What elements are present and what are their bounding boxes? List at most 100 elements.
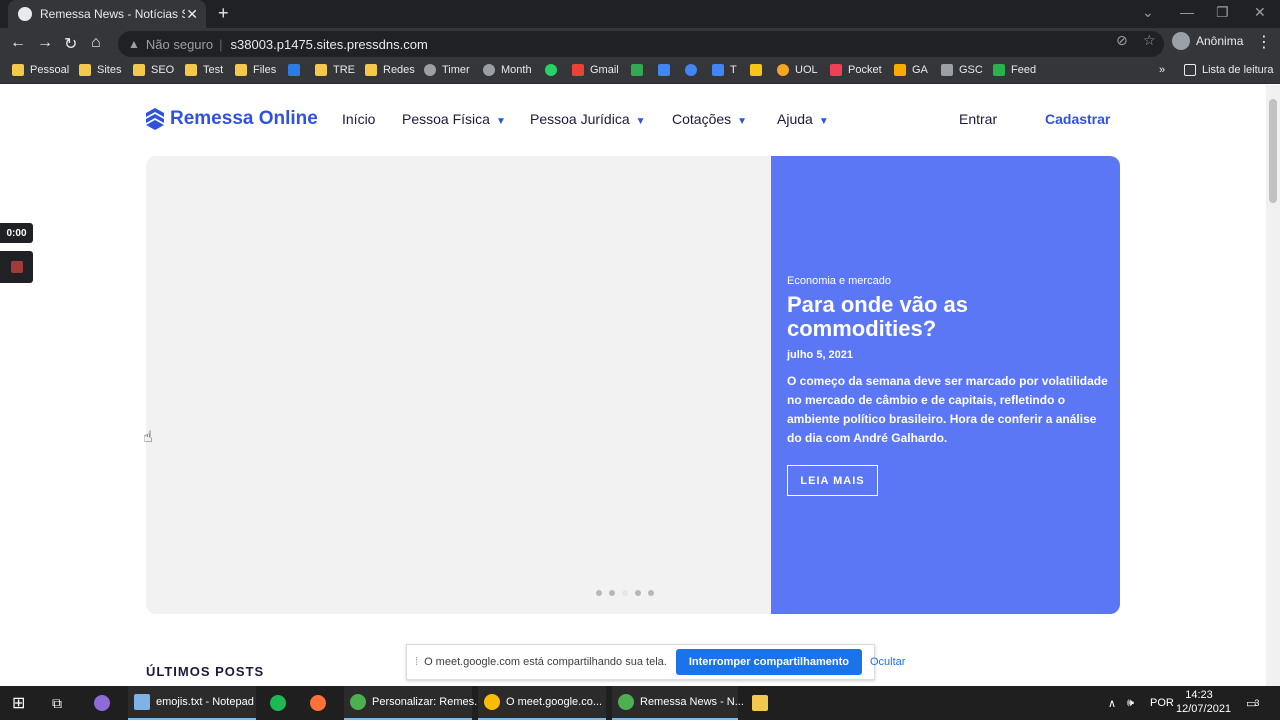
bookmark-seo[interactable]: SEO (133, 64, 174, 76)
bookmark-contacts[interactable] (685, 64, 703, 76)
bookmark-ga[interactable]: GA (894, 64, 928, 76)
nav-pessoa-fisica[interactable]: Pessoa Física ▼ (402, 111, 506, 127)
close-window-icon[interactable]: ✕ (1254, 4, 1266, 21)
star-icon[interactable]: ☆ (1143, 32, 1156, 49)
reading-list-icon (1184, 64, 1196, 76)
incognito-profile[interactable]: Anônima (1172, 32, 1243, 50)
bookmarks-overflow[interactable]: » (1159, 64, 1165, 76)
nav-ajuda[interactable]: Ajuda ▼ (777, 111, 829, 127)
clock-time: 14:23 (1185, 689, 1213, 701)
close-tab-icon[interactable]: ✕ (186, 6, 198, 23)
input-language[interactable]: POR (1150, 686, 1174, 720)
volume-icon[interactable]: 🕪 (1127, 686, 1134, 720)
bookmark-timer[interactable]: Timer (424, 64, 470, 76)
notifications-button[interactable]: ▭ 3 (1246, 686, 1259, 720)
taskbar-chrome-remessa[interactable]: Remessa News - N... (612, 686, 744, 720)
menu-icon[interactable]: ⋮ (1256, 32, 1272, 52)
chevron-down-icon: ▼ (818, 116, 829, 127)
task-view-button[interactable]: ⧉ (46, 686, 80, 720)
bookmark-whatsapp[interactable] (545, 64, 563, 76)
firefox-icon (310, 695, 326, 711)
bookmark-feed[interactable]: Feed (993, 64, 1036, 76)
folder-icon (752, 695, 768, 711)
post-category[interactable]: Economia e mercado (787, 275, 891, 287)
bookmark-drive[interactable] (631, 64, 649, 76)
slider-dot[interactable] (635, 590, 641, 596)
scrollbar-thumb[interactable] (1269, 99, 1277, 203)
bookmark-files[interactable]: Files (235, 64, 276, 76)
nav-inicio[interactable]: Início (342, 111, 375, 127)
new-tab-button[interactable]: + (218, 3, 229, 24)
stop-sharing-button[interactable]: Interromper compartilhamento (675, 649, 862, 675)
forward-icon[interactable]: → (37, 34, 53, 52)
reload-icon[interactable]: ↻ (64, 34, 77, 54)
signup-link[interactable]: Cadastrar (1045, 111, 1110, 127)
bookmark-calendar[interactable] (658, 64, 676, 76)
bookmark-euro[interactable] (750, 64, 768, 76)
slider-dot[interactable] (609, 590, 615, 596)
login-link[interactable]: Entrar (959, 111, 997, 127)
folder-icon (185, 64, 197, 76)
clock-date: 12/07/2021 (1176, 703, 1232, 715)
system-clock[interactable]: 14:23 12/07/2021 (1176, 688, 1232, 716)
tab-search-icon[interactable]: ⌄ (1142, 4, 1154, 21)
latest-posts-heading: ÚLTIMOS POSTS (146, 664, 265, 679)
bookmark-gmail[interactable]: Gmail (572, 64, 619, 76)
bookmark-sites[interactable]: Sites (79, 64, 121, 76)
stop-recording-button[interactable] (0, 251, 33, 283)
chevron-down-icon: ▼ (635, 116, 646, 127)
back-icon[interactable]: ← (10, 34, 26, 52)
drag-handle-icon[interactable]: ⁞ (415, 656, 418, 668)
nav-pessoa-juridica[interactable]: Pessoa Jurídica ▼ (530, 111, 646, 127)
bookmark-pocket[interactable]: Pocket (830, 64, 882, 76)
bookmark-trello[interactable] (288, 64, 306, 76)
translate-icon (712, 64, 724, 76)
bookmark-redes[interactable]: Redes (365, 64, 415, 76)
chevron-down-icon: ▼ (737, 116, 748, 127)
tray-chevron-icon[interactable]: ∧ (1108, 686, 1116, 720)
windows-taskbar: ⊞ ⧉ emojis.txt - Notepad Personalizar: R… (0, 686, 1280, 720)
page-scrollbar[interactable] (1266, 85, 1280, 686)
address-bar[interactable]: ▲ Não seguro | s38003.p1475.sites.pressd… (118, 31, 1164, 57)
site-logo[interactable]: Remessa Online (146, 108, 318, 130)
taskbar-notepad[interactable]: emojis.txt - Notepad (128, 686, 256, 720)
reading-list[interactable]: Lista de leitura (1184, 64, 1274, 76)
post-date: julho 5, 2021 (787, 349, 854, 361)
hero-image[interactable] (146, 156, 771, 614)
taskbar-chrome-meet[interactable]: O meet.google.co... (478, 686, 606, 720)
bookmark-month[interactable]: Month (483, 64, 532, 76)
slider-dot[interactable] (648, 590, 654, 596)
chrome-icon (484, 694, 500, 710)
taskbar-app-paint[interactable] (88, 686, 122, 720)
hide-button[interactable]: Ocultar (870, 656, 905, 668)
post-headline[interactable]: Para onde vão as commodities? (787, 293, 1107, 341)
start-button[interactable]: ⊞ (6, 686, 42, 720)
slider-dot[interactable] (596, 590, 602, 596)
browser-toolbar: ← → ↻ ⌂ ▲ Não seguro | s38003.p1475.site… (0, 28, 1280, 60)
security-label[interactable]: Não seguro (146, 37, 213, 52)
url-text[interactable]: s38003.p1475.sites.pressdns.com (231, 37, 428, 52)
taskbar-spotify[interactable] (264, 686, 298, 720)
recording-timer: 0:00 (0, 223, 33, 243)
screen-share-bar: ⁞ O meet.google.com está compartilhando … (406, 644, 905, 680)
bookmark-tre[interactable]: TRE (315, 64, 355, 76)
bookmark-gsc[interactable]: GSC (941, 64, 983, 76)
taskbar-chrome-personalizar[interactable]: Personalizar: Remes... (344, 686, 483, 720)
browser-tab-active[interactable]: Remessa News - Notícias Sobre Câmbio ✕ (8, 0, 206, 28)
read-more-button[interactable]: LEIA MAIS (787, 465, 878, 496)
bookmark-pessoal[interactable]: Pessoal (12, 64, 69, 76)
minimize-icon[interactable]: — (1180, 4, 1194, 20)
taskbar-firefox[interactable] (304, 686, 338, 720)
home-icon[interactable]: ⌂ (91, 34, 101, 52)
nav-cotacoes[interactable]: Cotações ▼ (672, 111, 747, 127)
task-view-icon: ⧉ (52, 694, 62, 711)
bookmark-test[interactable]: Test (185, 64, 223, 76)
spotify-icon (270, 695, 286, 711)
taskbar-explorer[interactable] (746, 686, 780, 720)
bookmark-uol[interactable]: UOL (777, 64, 818, 76)
folder-icon (315, 64, 327, 76)
slider-dot-active[interactable] (622, 590, 628, 596)
bookmark-translate[interactable]: T (712, 64, 737, 76)
eye-slash-icon[interactable]: ⊘ (1116, 32, 1128, 49)
maximize-icon[interactable]: ❐ (1216, 4, 1229, 21)
